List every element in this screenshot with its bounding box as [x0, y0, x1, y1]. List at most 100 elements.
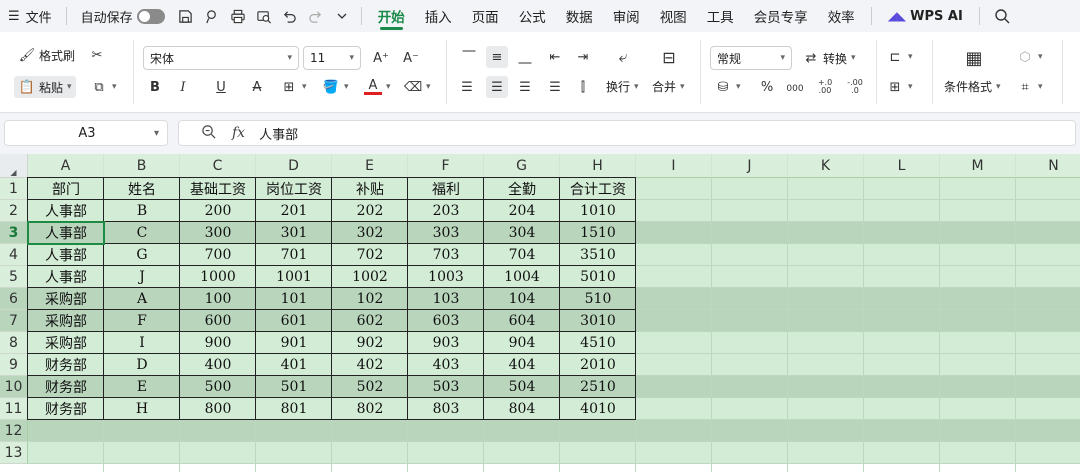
- undo-icon[interactable]: [280, 0, 300, 32]
- table-header-cell[interactable]: 基础工资: [180, 178, 256, 200]
- underline-button[interactable]: U: [212, 78, 230, 96]
- table-cell[interactable]: G: [104, 244, 180, 266]
- table-cell[interactable]: 302: [332, 222, 408, 244]
- table-cell[interactable]: 602: [332, 310, 408, 332]
- table-cell[interactable]: 200: [180, 200, 256, 222]
- tab-member[interactable]: 会员专享: [744, 0, 818, 32]
- table-cell[interactable]: 采购部: [28, 288, 104, 310]
- row-header-11[interactable]: 11: [0, 398, 28, 420]
- format-painter-button[interactable]: 🖌 格式刷: [18, 46, 75, 64]
- table-cell[interactable]: 财务部: [28, 376, 104, 398]
- row-header-4[interactable]: 4: [0, 244, 28, 266]
- tab-home[interactable]: 开始: [368, 0, 415, 32]
- formula-content[interactable]: 人事部: [259, 124, 298, 143]
- align-middle-button[interactable]: ≡: [486, 46, 508, 68]
- tab-tools[interactable]: 工具: [697, 0, 744, 32]
- table-style-button[interactable]: ⊞ ▾: [886, 78, 913, 96]
- table-header-cell[interactable]: 福利: [408, 178, 484, 200]
- tab-formula[interactable]: 公式: [509, 0, 556, 32]
- table-header-cell[interactable]: 部门: [28, 178, 104, 200]
- wps-ai-button[interactable]: ◢◣ WPS AI: [878, 9, 973, 24]
- table-cell[interactable]: 4010: [560, 398, 636, 420]
- fx-icon[interactable]: fx: [232, 125, 245, 141]
- wrap-icon-button[interactable]: ⤶: [612, 46, 634, 68]
- column-header-g[interactable]: G: [484, 154, 560, 178]
- table-cell[interactable]: 1000: [180, 266, 256, 288]
- table-cell[interactable]: 903: [408, 332, 484, 354]
- print-icon[interactable]: [228, 0, 248, 32]
- column-header-b[interactable]: B: [104, 154, 180, 178]
- table-cell[interactable]: 504: [484, 376, 560, 398]
- table-cell[interactable]: 2010: [560, 354, 636, 376]
- table-cell[interactable]: 400: [180, 354, 256, 376]
- redo-icon[interactable]: [306, 0, 326, 32]
- table-cell[interactable]: 601: [256, 310, 332, 332]
- table-cell[interactable]: 801: [256, 398, 332, 420]
- table-cell[interactable]: 1002: [332, 266, 408, 288]
- table-cell[interactable]: 900: [180, 332, 256, 354]
- strikethrough-button[interactable]: A: [248, 78, 266, 96]
- convert-button[interactable]: ⇄ 转换 ▾: [802, 49, 856, 67]
- table-cell[interactable]: 1004: [484, 266, 560, 288]
- table-cell[interactable]: 702: [332, 244, 408, 266]
- justify-button[interactable]: ☰: [546, 78, 564, 96]
- table-cell[interactable]: 4510: [560, 332, 636, 354]
- table-cell[interactable]: 1010: [560, 200, 636, 222]
- row-header-3[interactable]: 3: [0, 222, 28, 244]
- italic-button[interactable]: I: [174, 78, 192, 96]
- fill-color-button[interactable]: 🪣 ▾: [322, 78, 349, 96]
- column-header-k[interactable]: K: [788, 154, 864, 178]
- column-header-a[interactable]: A: [28, 154, 104, 178]
- row-header-9[interactable]: 9: [0, 354, 28, 376]
- table-cell[interactable]: 501: [256, 376, 332, 398]
- table-header-cell[interactable]: 岗位工资: [256, 178, 332, 200]
- table-cell[interactable]: 901: [256, 332, 332, 354]
- decrease-decimal-button[interactable]: -.00 .0: [844, 78, 866, 96]
- merge-icon-button[interactable]: ⊟: [658, 46, 680, 68]
- column-header-h[interactable]: H: [560, 154, 636, 178]
- row-header-1[interactable]: 1: [0, 178, 28, 200]
- align-left-button[interactable]: ☰: [458, 78, 476, 96]
- table-cell[interactable]: 403: [408, 354, 484, 376]
- name-box[interactable]: A3 ▾: [4, 120, 168, 146]
- row-header-2[interactable]: 2: [0, 200, 28, 222]
- table-cell[interactable]: 902: [332, 332, 408, 354]
- table-header-cell[interactable]: 姓名: [104, 178, 180, 200]
- table-cell[interactable]: 402: [332, 354, 408, 376]
- table-cell[interactable]: 304: [484, 222, 560, 244]
- table-cell[interactable]: 财务部: [28, 354, 104, 376]
- font-color-button[interactable]: A ▾: [364, 78, 391, 95]
- merge-button[interactable]: 合并 ▾: [652, 78, 685, 95]
- decrease-indent-button[interactable]: ⇤: [546, 48, 564, 66]
- table-cell[interactable]: 404: [484, 354, 560, 376]
- table-cell[interactable]: J: [104, 266, 180, 288]
- number-format-select[interactable]: 常规 ▾: [710, 46, 792, 70]
- tab-efficiency[interactable]: 效率: [818, 0, 865, 32]
- tab-page[interactable]: 页面: [462, 0, 509, 32]
- table-cell[interactable]: 301: [256, 222, 332, 244]
- search-icon[interactable]: [992, 0, 1012, 32]
- table-cell[interactable]: 100: [180, 288, 256, 310]
- table-cell[interactable]: 503: [408, 376, 484, 398]
- row-header-8[interactable]: 8: [0, 332, 28, 354]
- row-header-5[interactable]: 5: [0, 266, 28, 288]
- table-cell[interactable]: 3010: [560, 310, 636, 332]
- column-header-j[interactable]: J: [712, 154, 788, 178]
- share-icon[interactable]: [202, 0, 222, 32]
- table-cell[interactable]: 财务部: [28, 398, 104, 420]
- bold-button[interactable]: B: [146, 78, 164, 96]
- table-cell[interactable]: D: [104, 354, 180, 376]
- table-cell[interactable]: 人事部: [28, 244, 104, 266]
- chevron-down-icon[interactable]: [332, 0, 352, 32]
- table-cell[interactable]: F: [104, 310, 180, 332]
- font-name-select[interactable]: 宋体 ▾: [143, 46, 299, 70]
- select-all-corner[interactable]: ◢: [0, 154, 28, 178]
- clear-format-button[interactable]: ⌫ ▾: [404, 78, 431, 96]
- column-header-l[interactable]: L: [864, 154, 940, 178]
- spreadsheet-grid[interactable]: ◢ 1 2 3 4 5 6 7 8 9 10 11 12 13 A B C D E F G H I J K L M N 部门 姓名 基础工…: [0, 154, 1080, 472]
- table-cell[interactable]: E: [104, 376, 180, 398]
- conditional-format-icon-button[interactable]: ▦: [962, 46, 986, 70]
- table-cell[interactable]: 603: [408, 310, 484, 332]
- tab-insert[interactable]: 插入: [415, 0, 462, 32]
- table-cell[interactable]: 600: [180, 310, 256, 332]
